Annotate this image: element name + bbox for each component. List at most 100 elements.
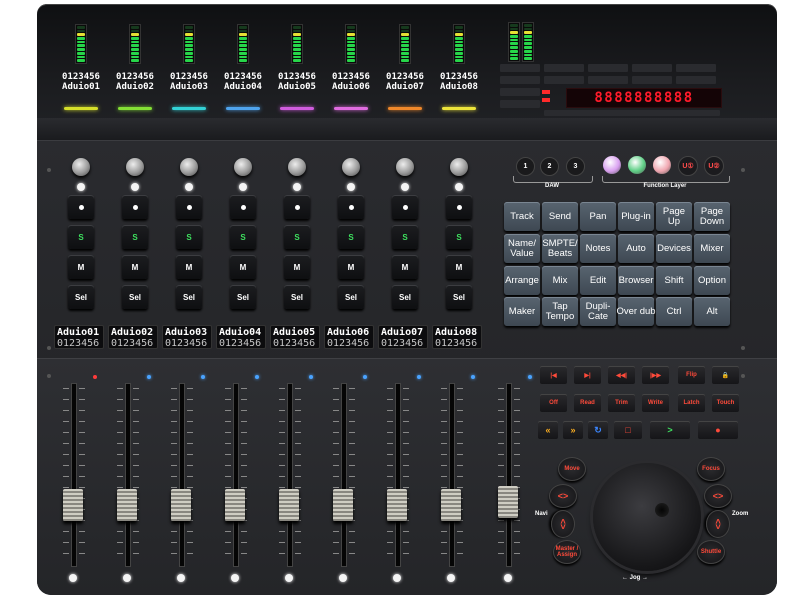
pan-knob[interactable]: [180, 158, 198, 176]
pad-devices[interactable]: Devices: [656, 234, 692, 263]
transport-button[interactable]: ◀◀|: [608, 366, 635, 384]
mute-button[interactable]: M: [338, 255, 364, 279]
solo-button[interactable]: S: [68, 225, 94, 249]
channel-fader[interactable]: [63, 489, 83, 521]
pad-arrange[interactable]: Arrange: [504, 266, 540, 295]
pad-maker[interactable]: Maker: [504, 297, 540, 326]
channel-fader[interactable]: [171, 489, 191, 521]
channel-fader[interactable]: [117, 489, 137, 521]
fast-forward-button[interactable]: »: [563, 421, 583, 439]
transport-button[interactable]: |◀: [540, 366, 567, 384]
pad-ctrl[interactable]: Ctrl: [656, 297, 692, 326]
rewind-button[interactable]: «: [538, 421, 558, 439]
channel-fader[interactable]: [279, 489, 299, 521]
nav-left-right-button[interactable]: <>: [549, 484, 577, 508]
pad-smpte-beats[interactable]: SMPTE/ Beats: [542, 234, 578, 263]
play-button[interactable]: >: [650, 421, 690, 439]
solo-button[interactable]: S: [176, 225, 202, 249]
automation-button-off[interactable]: Off: [540, 394, 567, 412]
daw-button-2[interactable]: 2: [540, 157, 559, 176]
transport-button[interactable]: ▶|: [574, 366, 601, 384]
channel-fader[interactable]: [225, 489, 245, 521]
master-fader[interactable]: [498, 486, 518, 518]
solo-button[interactable]: S: [284, 225, 310, 249]
automation-button-latch[interactable]: Latch: [678, 394, 705, 412]
shuttle-button[interactable]: Shuttle: [697, 540, 725, 564]
mute-button[interactable]: M: [68, 255, 94, 279]
mute-button[interactable]: M: [230, 255, 256, 279]
pan-knob[interactable]: [396, 158, 414, 176]
pan-knob[interactable]: [234, 158, 252, 176]
pad-alt[interactable]: Alt: [694, 297, 730, 326]
pan-knob[interactable]: [288, 158, 306, 176]
mute-button[interactable]: M: [446, 255, 472, 279]
mute-button[interactable]: M: [122, 255, 148, 279]
pad-send[interactable]: Send: [542, 202, 578, 231]
select-button[interactable]: Sel: [284, 285, 310, 309]
pad-tap-tempo[interactable]: Tap Tempo: [542, 297, 578, 326]
record-button[interactable]: [122, 195, 148, 219]
pad-option[interactable]: Option: [694, 266, 730, 295]
solo-button[interactable]: S: [230, 225, 256, 249]
solo-button[interactable]: S: [338, 225, 364, 249]
focus-button[interactable]: Focus: [697, 457, 725, 481]
mute-button[interactable]: M: [176, 255, 202, 279]
select-button[interactable]: Sel: [446, 285, 472, 309]
pad-plug-in[interactable]: Plug-in: [618, 202, 654, 231]
pad-mixer[interactable]: Mixer: [694, 234, 730, 263]
mute-button[interactable]: M: [392, 255, 418, 279]
function-layer-button[interactable]: [603, 156, 621, 174]
record-button[interactable]: [68, 195, 94, 219]
zoom-left-right-button[interactable]: <>: [704, 484, 732, 508]
function-layer-button[interactable]: [628, 156, 646, 174]
transport-button[interactable]: |▶▶: [642, 366, 669, 384]
pan-knob[interactable]: [72, 158, 90, 176]
record-button[interactable]: [338, 195, 364, 219]
solo-button[interactable]: S: [122, 225, 148, 249]
automation-button-trim[interactable]: Trim: [608, 394, 635, 412]
record-button[interactable]: [446, 195, 472, 219]
pad-over-dub[interactable]: Over dub: [616, 297, 656, 326]
automation-button-read[interactable]: Read: [574, 394, 601, 412]
daw-button-1[interactable]: 1: [516, 157, 535, 176]
pad-dupli-cate[interactable]: Dupli- Cate: [580, 297, 616, 326]
select-button[interactable]: Sel: [176, 285, 202, 309]
solo-button[interactable]: S: [392, 225, 418, 249]
master-assign-button[interactable]: Master / Assign: [553, 540, 581, 564]
stop-button[interactable]: □: [614, 421, 642, 439]
cycle-button[interactable]: ↻: [588, 421, 608, 439]
pan-knob[interactable]: [342, 158, 360, 176]
zoom-up-down-button[interactable]: <>: [706, 510, 730, 538]
pad-pan[interactable]: Pan: [580, 202, 616, 231]
user-button[interactable]: U②: [704, 156, 724, 176]
select-button[interactable]: Sel: [230, 285, 256, 309]
select-button[interactable]: Sel: [338, 285, 364, 309]
automation-button-touch[interactable]: Touch: [712, 394, 739, 412]
pan-knob[interactable]: [450, 158, 468, 176]
record-button[interactable]: [392, 195, 418, 219]
jog-wheel[interactable]: [593, 463, 701, 571]
pad-name-value[interactable]: Name/ Value: [504, 234, 540, 263]
solo-button[interactable]: S: [446, 225, 472, 249]
pad-mix[interactable]: Mix: [542, 266, 578, 295]
function-layer-button[interactable]: [653, 156, 671, 174]
channel-fader[interactable]: [387, 489, 407, 521]
transport-button[interactable]: Flip: [678, 366, 705, 384]
pad-browser[interactable]: Browser: [618, 266, 654, 295]
transport-button[interactable]: 🔒: [712, 366, 739, 384]
pad-auto[interactable]: Auto: [618, 234, 654, 263]
pad-track[interactable]: Track: [504, 202, 540, 231]
select-button[interactable]: Sel: [392, 285, 418, 309]
pad-shift[interactable]: Shift: [656, 266, 692, 295]
channel-fader[interactable]: [333, 489, 353, 521]
record-transport-button[interactable]: ●: [698, 421, 738, 439]
move-button[interactable]: Move: [558, 457, 586, 481]
channel-fader[interactable]: [441, 489, 461, 521]
automation-button-write[interactable]: Write: [642, 394, 669, 412]
select-button[interactable]: Sel: [122, 285, 148, 309]
mute-button[interactable]: M: [284, 255, 310, 279]
user-button[interactable]: U①: [678, 156, 698, 176]
select-button[interactable]: Sel: [68, 285, 94, 309]
pad-notes[interactable]: Notes: [580, 234, 616, 263]
record-button[interactable]: [284, 195, 310, 219]
